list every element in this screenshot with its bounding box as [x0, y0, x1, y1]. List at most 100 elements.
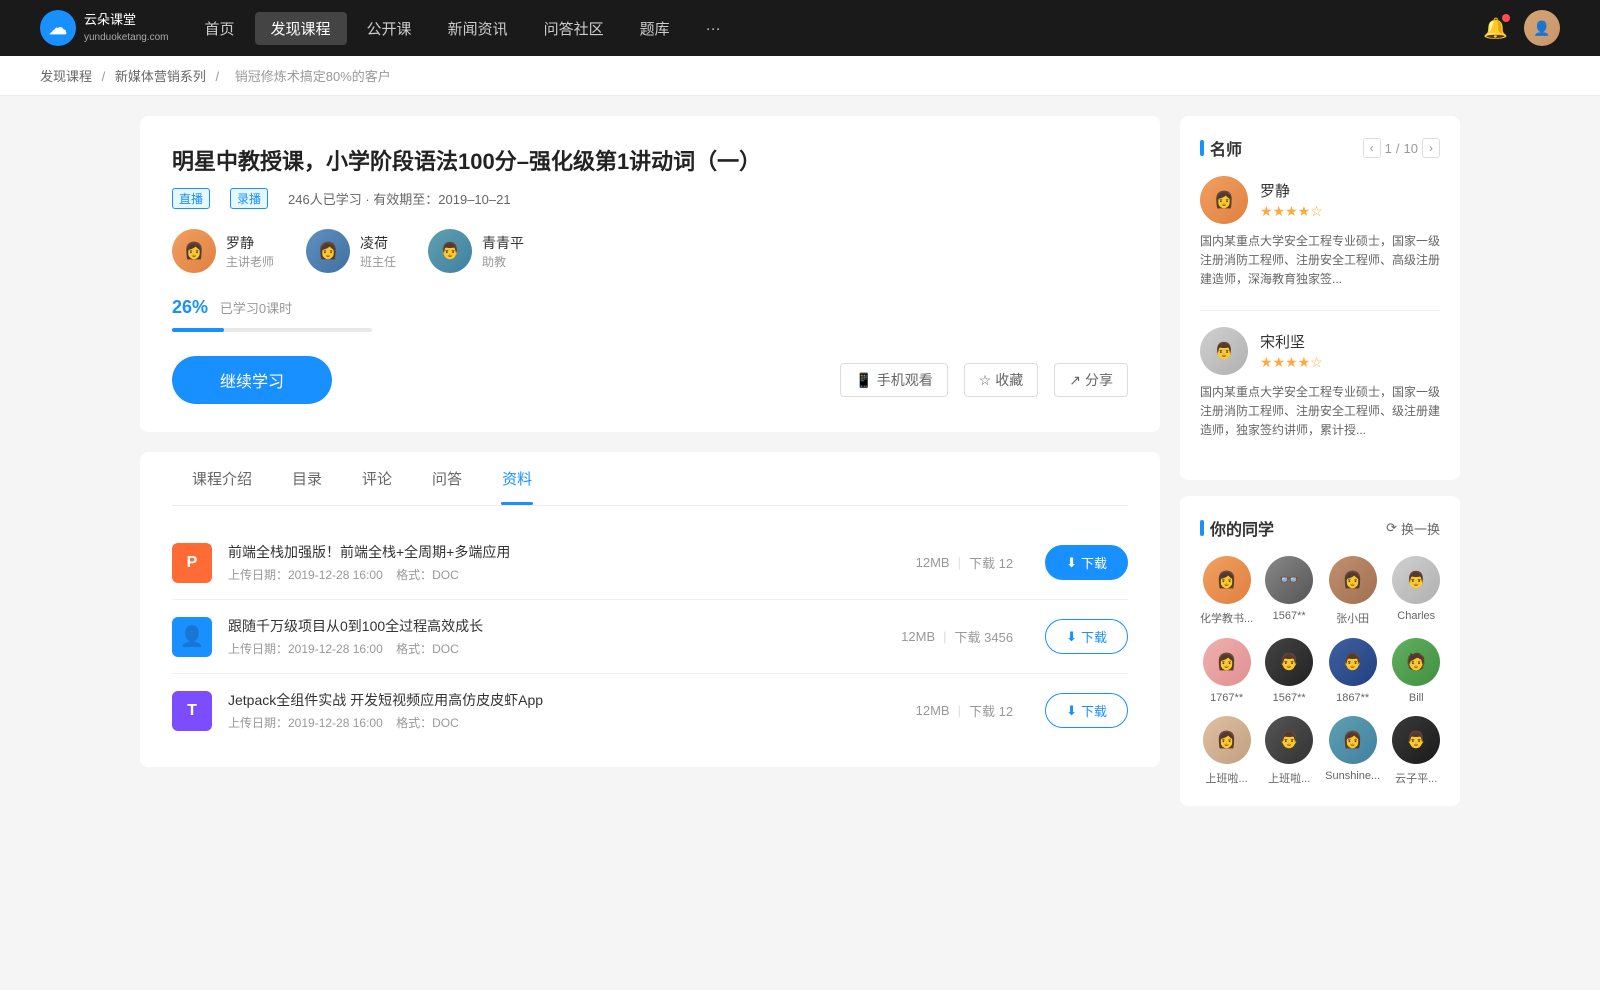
classmate-avatar-6: 👨 — [1329, 638, 1377, 686]
download-icon-2: ⬇ — [1066, 703, 1077, 719]
download-button-1[interactable]: ⬇ 下载 — [1045, 619, 1128, 654]
right-teacher-stars-1: ★★★★☆ — [1260, 354, 1323, 371]
right-teacher-0: 👩 罗静 ★★★★☆ 国内某重点大学安全工程专业硕士，国家一级注册消防工程师、注… — [1200, 176, 1440, 290]
classmate-2[interactable]: 👩 张小田 — [1325, 556, 1380, 626]
logo[interactable]: ☁ 云朵课堂yunduoketang.com — [40, 10, 169, 46]
tab-qa[interactable]: 问答 — [412, 452, 482, 505]
breadcrumb-sep2: / — [216, 69, 223, 84]
right-teacher-top-1: 👨 宋利坚 ★★★★☆ — [1200, 327, 1440, 375]
download-button-0[interactable]: ⬇ 下载 — [1045, 545, 1128, 580]
nav-item-news[interactable]: 新闻资讯 — [432, 12, 524, 45]
tab-intro[interactable]: 课程介绍 — [172, 452, 272, 505]
prev-page-button[interactable]: ‹ — [1363, 138, 1381, 158]
user-avatar[interactable]: 👤 — [1524, 10, 1560, 46]
right-teacher-avatar-1: 👨 — [1200, 327, 1248, 375]
bell-notification-dot — [1502, 14, 1510, 22]
page-current: 1 — [1385, 141, 1392, 156]
progress-bar-bg — [172, 328, 372, 332]
next-page-button[interactable]: › — [1422, 138, 1440, 158]
share-button[interactable]: ↗ 分享 — [1054, 363, 1128, 397]
teacher-item-0: 👩 罗静 主讲老师 — [172, 229, 274, 273]
teachers-list: 👩 罗静 主讲老师 👩 凌荷 班主任 — [172, 229, 1128, 273]
classmates-card-header: 你的同学 ⟳ 换一换 — [1200, 516, 1440, 540]
nav-right: 🔔 👤 — [1483, 10, 1560, 46]
bell-icon[interactable]: 🔔 — [1483, 16, 1508, 41]
classmate-8[interactable]: 👩 上班啦... — [1200, 716, 1253, 786]
tab-reviews[interactable]: 评论 — [342, 452, 412, 505]
progress-sublabel: 已学习0课时 — [220, 301, 292, 316]
course-title: 明星中教授课，小学阶段语法100分–强化级第1讲动词（一） — [172, 144, 1128, 176]
nav-item-qa[interactable]: 问答社区 — [528, 12, 620, 45]
continue-learning-button[interactable]: 继续学习 — [172, 356, 332, 404]
teachers-card-header: 名师 ‹ 1 / 10 › — [1200, 136, 1440, 160]
tab-resources[interactable]: 资料 — [482, 452, 552, 505]
file-meta-2: 上传日期：2019-12-28 16:00 格式：DOC — [228, 714, 900, 731]
left-panel: 明星中教授课，小学阶段语法100分–强化级第1讲动词（一） 直播 录播 246人… — [140, 116, 1160, 822]
classmate-avatar-11: 👨 — [1392, 716, 1440, 764]
teachers-card-title: 名师 — [1200, 136, 1242, 160]
main-container: 明星中教授课，小学阶段语法100分–强化级第1讲动词（一） 直播 录播 246人… — [100, 96, 1500, 842]
classmates-grid: 👩 化学教书... 👓 1567** 👩 张小田 👨 Charles — [1200, 556, 1440, 786]
avatar-image: 👤 — [1524, 10, 1560, 46]
download-button-2[interactable]: ⬇ 下载 — [1045, 693, 1128, 728]
classmate-7[interactable]: 🧑 Bill — [1392, 638, 1440, 704]
classmate-0[interactable]: 👩 化学教书... — [1200, 556, 1253, 626]
teacher-name-0: 罗静 — [226, 233, 274, 253]
file-size-2: 12MB — [916, 703, 950, 718]
classmate-5[interactable]: 👨 1567** — [1265, 638, 1313, 704]
breadcrumb-link-discover[interactable]: 发现课程 — [40, 69, 92, 84]
nav-item-home[interactable]: 首页 — [189, 12, 251, 45]
classmate-avatar-2: 👩 — [1329, 556, 1377, 604]
tab-content: P 前端全栈加强版！前端全栈+全周期+多端应用 上传日期：2019-12-28 … — [172, 506, 1128, 767]
teacher-divider — [1200, 310, 1440, 311]
file-icon-2: T — [172, 691, 212, 731]
right-teacher-stars-0: ★★★★☆ — [1260, 203, 1323, 220]
teacher-role-0: 主讲老师 — [226, 253, 274, 270]
classmate-name-0: 化学教书... — [1200, 610, 1253, 626]
classmate-11[interactable]: 👨 云子平... — [1392, 716, 1440, 786]
file-icon-0: P — [172, 543, 212, 583]
file-item-2: T Jetpack全组件实战 开发短视频应用高仿皮皮虾App 上传日期：2019… — [172, 674, 1128, 747]
badge-live: 直播 — [172, 188, 210, 209]
course-meta: 直播 录播 246人已学习 · 有效期至：2019–10–21 — [172, 188, 1128, 209]
nav-item-discover[interactable]: 发现课程 — [255, 12, 347, 45]
refresh-classmates-button[interactable]: ⟳ 换一换 — [1386, 519, 1440, 538]
download-icon-1: ⬇ — [1066, 629, 1077, 645]
favorite-button[interactable]: ☆ 收藏 — [964, 363, 1039, 397]
share-label: 分享 — [1085, 370, 1113, 390]
breadcrumb: 发现课程 / 新媒体营销系列 / 销冠修炼术搞定80%的客户 — [0, 56, 1600, 96]
classmates-card: 你的同学 ⟳ 换一换 👩 化学教书... 👓 1567** 👩 — [1180, 496, 1460, 806]
classmate-6[interactable]: 👨 1867** — [1325, 638, 1380, 704]
file-format-1: 格式：DOC — [396, 642, 459, 656]
classmate-1[interactable]: 👓 1567** — [1265, 556, 1313, 626]
classmate-10[interactable]: 👩 Sunshine... — [1325, 716, 1380, 786]
nav-item-quiz[interactable]: 题库 — [624, 12, 686, 45]
file-date-2: 上传日期：2019-12-28 16:00 — [228, 716, 383, 730]
breadcrumb-current: 销冠修炼术搞定80%的客户 — [235, 69, 391, 84]
right-teacher-1: 👨 宋利坚 ★★★★☆ 国内某重点大学安全工程专业硕士，国家一级注册消防工程师、… — [1200, 327, 1440, 441]
classmate-avatar-0: 👩 — [1203, 556, 1251, 604]
classmate-avatar-5: 👨 — [1265, 638, 1313, 686]
breadcrumb-link-series[interactable]: 新媒体营销系列 — [115, 69, 206, 84]
nav-item-public[interactable]: 公开课 — [351, 12, 428, 45]
breadcrumb-sep1: / — [102, 69, 109, 84]
progress-bar-fill — [172, 328, 224, 332]
action-links: 📱 手机观看 ☆ 收藏 ↗ 分享 — [840, 363, 1128, 397]
classmate-4[interactable]: 👩 1767** — [1200, 638, 1253, 704]
teacher-item-1: 👩 凌荷 班主任 — [306, 229, 396, 273]
classmate-3[interactable]: 👨 Charles — [1392, 556, 1440, 626]
tab-contents[interactable]: 目录 — [272, 452, 342, 505]
classmate-9[interactable]: 👨 上班啦... — [1265, 716, 1313, 786]
file-downloads-1: 下载 3456 — [955, 627, 1014, 646]
mobile-icon: 📱 — [855, 372, 872, 389]
teacher-role-1: 班主任 — [360, 253, 396, 270]
file-stats-2: 12MB | 下载 12 — [916, 701, 1013, 720]
nav-item-more[interactable]: ··· — [690, 14, 737, 43]
right-teacher-desc-1: 国内某重点大学安全工程专业硕士，国家一级注册消防工程师、注册安全工程师、级注册建… — [1200, 383, 1440, 441]
mobile-view-button[interactable]: 📱 手机观看 — [840, 363, 947, 397]
right-panel: 名师 ‹ 1 / 10 › 👩 罗静 ★★★★☆ — [1180, 116, 1460, 822]
file-meta-0: 上传日期：2019-12-28 16:00 格式：DOC — [228, 566, 900, 583]
classmate-name-6: 1867** — [1325, 692, 1380, 704]
teacher-role-2: 助教 — [482, 253, 524, 270]
file-icon-1: 👤 — [172, 617, 212, 657]
